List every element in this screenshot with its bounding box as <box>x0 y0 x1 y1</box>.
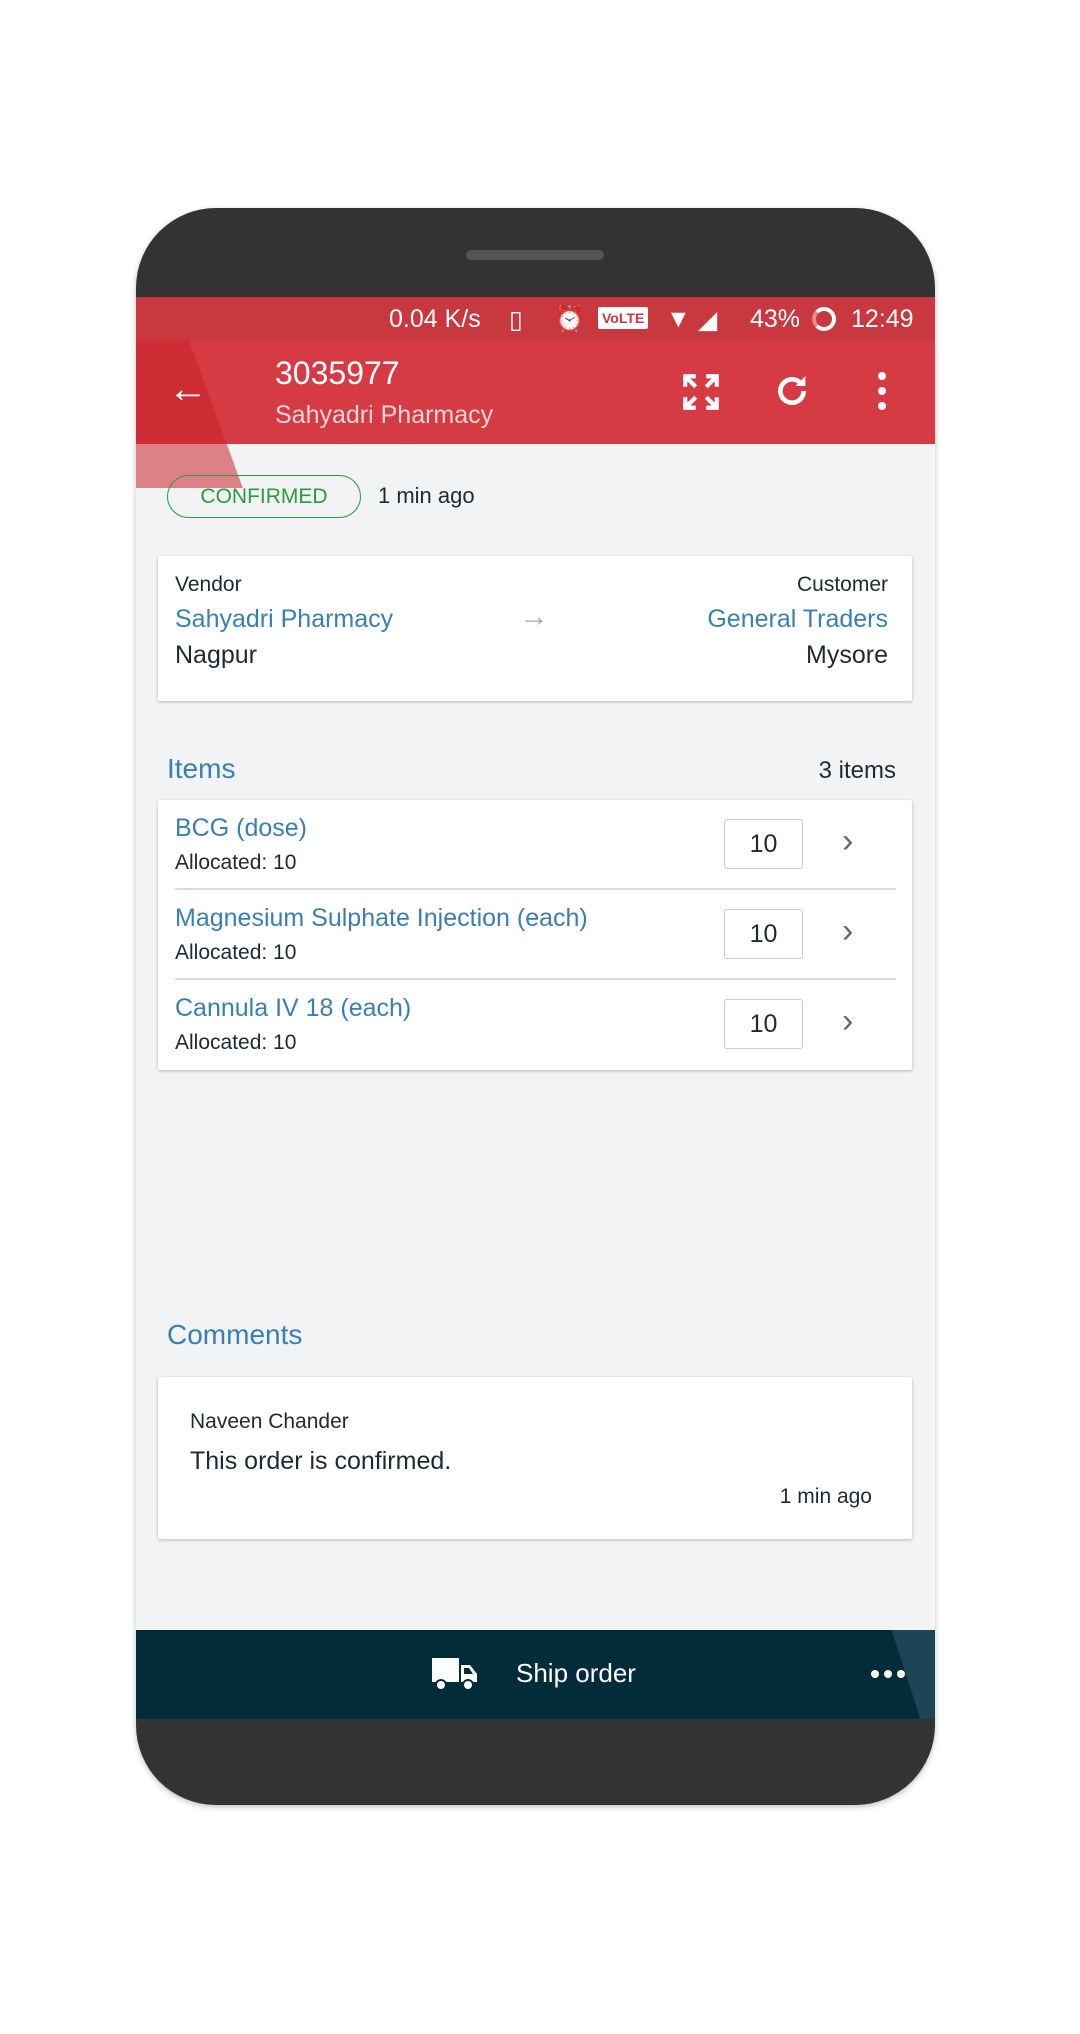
battery-icon <box>812 307 836 331</box>
volte-icon: VoLTE <box>598 307 649 329</box>
vendor-city: Nagpur <box>175 641 257 669</box>
back-arrow-icon[interactable]: ← <box>168 367 208 411</box>
phone-frame: ← 3035977 Sahyadri Pharmacy 0.04 K/s ▯ ⏰… <box>136 208 935 1805</box>
arrow-right-icon: → <box>519 600 549 633</box>
customer-city: Mysore <box>806 641 888 669</box>
phone-speaker <box>466 250 604 260</box>
items-card: BCG (dose) Allocated: 10 10 › Magnesium … <box>158 800 912 1070</box>
customer-name-link[interactable]: General Traders <box>707 605 888 634</box>
comment-card: Naveen Chander This order is confirmed. … <box>158 1377 912 1539</box>
order-vendor-subtitle: Sahyadri Pharmacy <box>275 401 494 429</box>
items-count: 3 items <box>818 757 896 784</box>
item-name: Cannula IV 18 (each) <box>175 994 412 1022</box>
comment-author: Naveen Chander <box>190 1410 349 1433</box>
item-name: Magnesium Sulphate Injection (each) <box>175 904 588 932</box>
vendor-customer-card: Vendor Sahyadri Pharmacy Nagpur → Custom… <box>158 556 912 701</box>
bottom-action-bar: Ship order <box>136 1630 935 1719</box>
item-quantity-input[interactable]: 10 <box>724 909 803 959</box>
status-timestamp: 1 min ago <box>378 483 475 508</box>
item-row[interactable]: BCG (dose) Allocated: 10 10 › <box>158 800 912 890</box>
items-section-title: Items <box>167 753 236 784</box>
clock: 12:49 <box>851 305 914 333</box>
item-allocated: Allocated: 10 <box>175 941 297 964</box>
item-quantity-input[interactable]: 10 <box>724 999 803 1049</box>
item-allocated: Allocated: 10 <box>175 851 297 874</box>
comments-section-title: Comments <box>167 1319 303 1350</box>
expand-icon[interactable] <box>680 371 722 413</box>
item-name: BCG (dose) <box>175 814 307 842</box>
vendor-label: Vendor <box>175 573 242 596</box>
comment-time: 1 min ago <box>779 1485 872 1508</box>
more-vert-icon[interactable] <box>876 371 888 411</box>
truck-icon <box>432 1658 477 1691</box>
chevron-right-icon[interactable]: › <box>842 1002 853 1041</box>
refresh-icon[interactable] <box>772 371 812 411</box>
order-number-title: 3035977 <box>275 355 400 391</box>
ship-order-button[interactable]: Ship order <box>431 1648 671 1700</box>
vendor-name-link[interactable]: Sahyadri Pharmacy <box>175 605 393 634</box>
ship-order-label: Ship order <box>516 1658 636 1688</box>
item-row[interactable]: Magnesium Sulphate Injection (each) Allo… <box>158 890 912 980</box>
more-horiz-icon[interactable] <box>870 1668 906 1680</box>
chevron-right-icon[interactable]: › <box>842 912 853 951</box>
chevron-right-icon[interactable]: › <box>842 822 853 861</box>
customer-label: Customer <box>796 573 888 596</box>
vibrate-icon: ▯ <box>509 306 523 334</box>
wifi-icon: ▼ <box>666 305 691 333</box>
battery-percent: 43% <box>750 305 801 333</box>
network-speed: 0.04 K/s <box>389 305 481 333</box>
item-quantity-input[interactable]: 10 <box>724 819 803 869</box>
status-badge: CONFIRMED <box>167 475 361 518</box>
alarm-icon: ⏰ <box>554 305 586 333</box>
comment-text: This order is confirmed. <box>190 1447 452 1475</box>
app-screen: ← 3035977 Sahyadri Pharmacy 0.04 K/s ▯ ⏰… <box>136 297 935 1719</box>
signal-icon: ◢ <box>698 306 718 334</box>
item-allocated: Allocated: 10 <box>175 1031 297 1054</box>
toolbar-decoration <box>136 341 243 488</box>
app-toolbar: ← 3035977 Sahyadri Pharmacy <box>136 341 935 488</box>
status-bar: 0.04 K/s ▯ ⏰ VoLTE ▼ ◢ 43% 12:49 <box>136 297 935 341</box>
item-row[interactable]: Cannula IV 18 (each) Allocated: 10 10 › <box>158 980 912 1070</box>
